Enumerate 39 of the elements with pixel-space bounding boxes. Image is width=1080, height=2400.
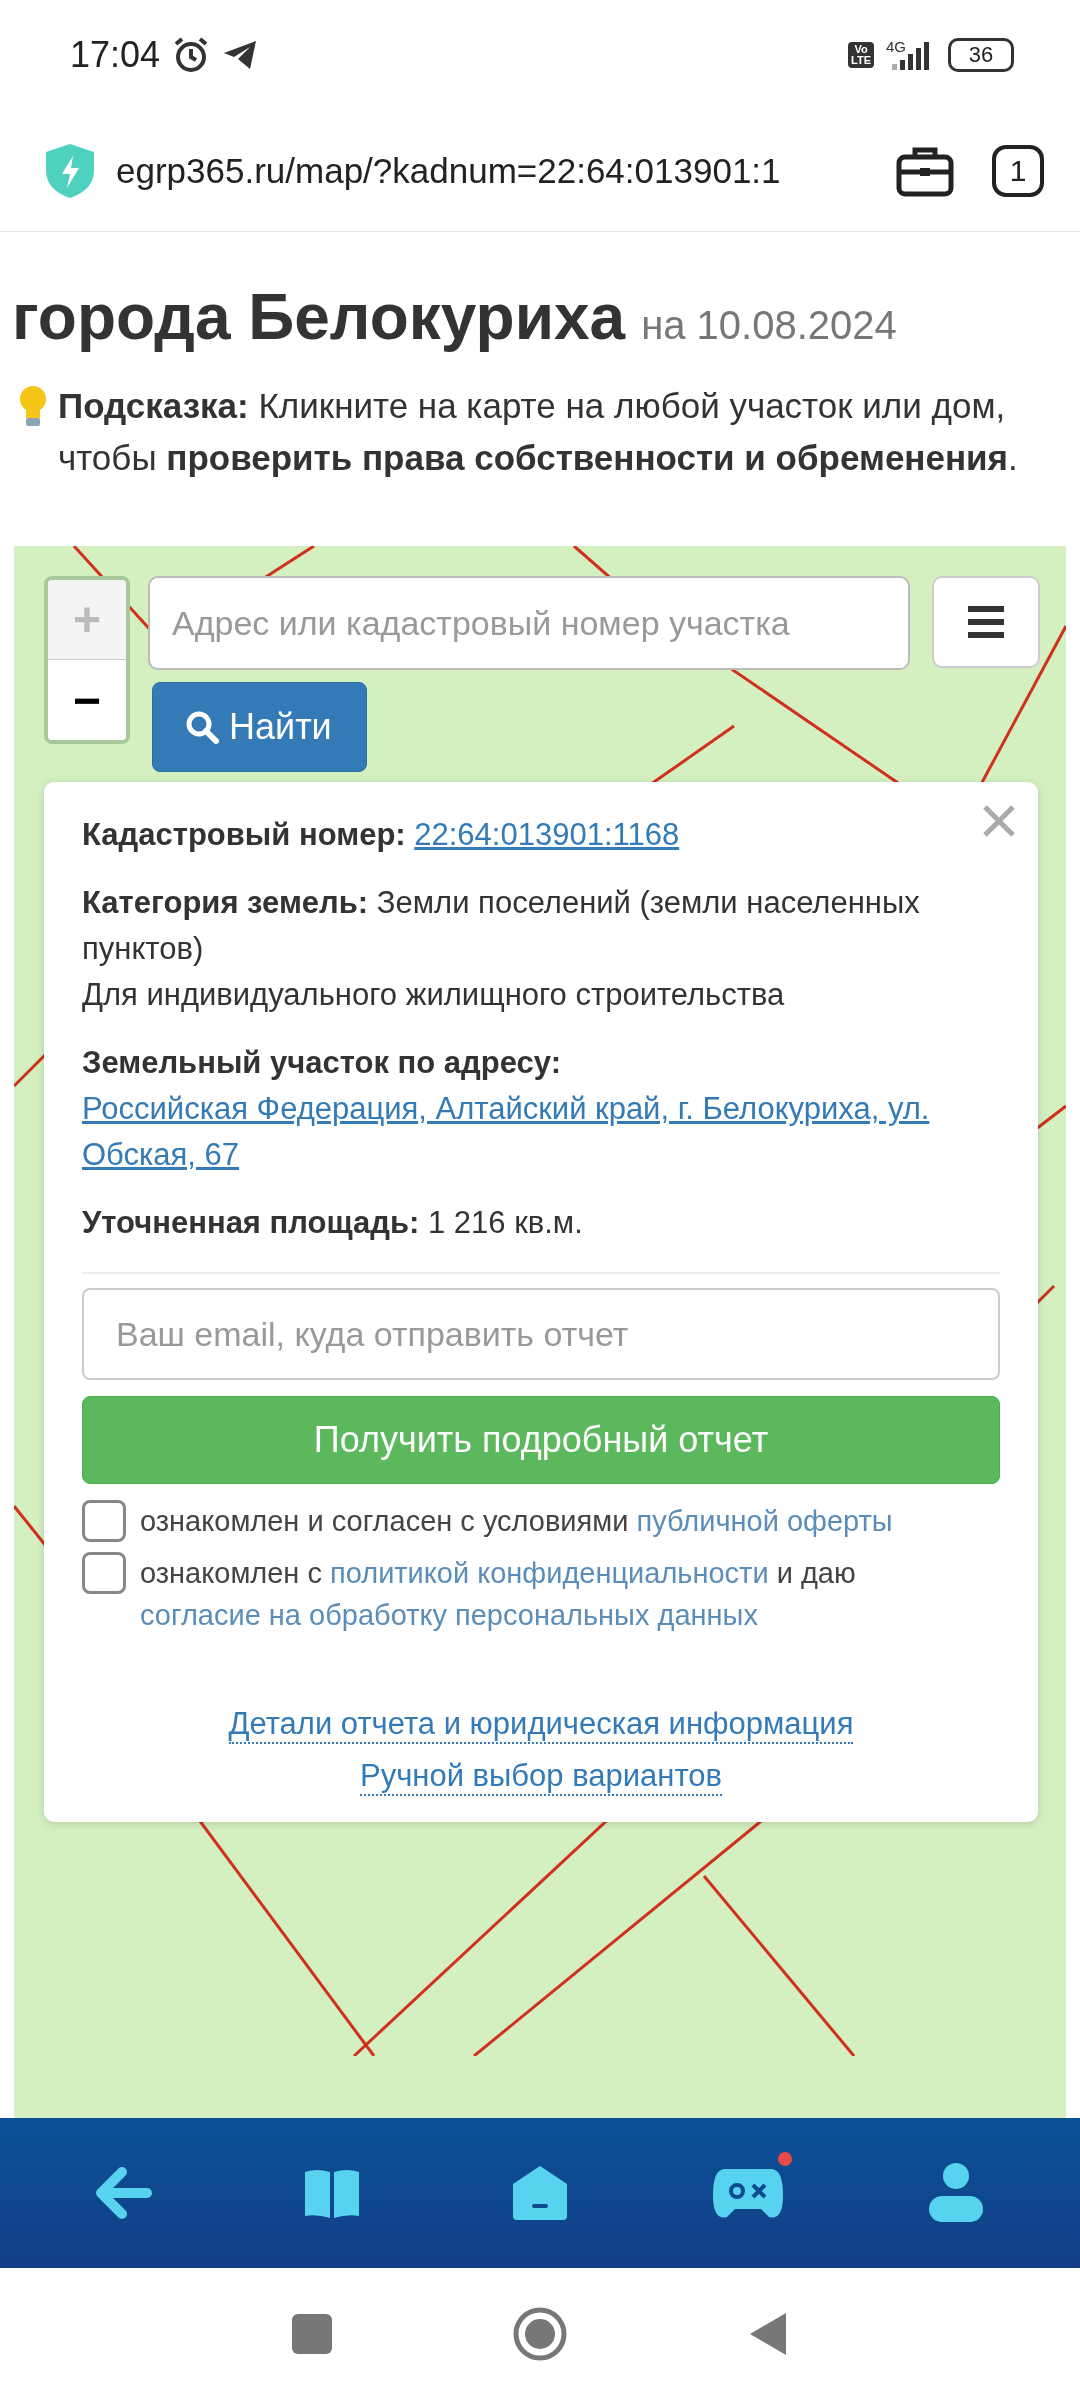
info-field: Уточненная площадь: 1 216 кв.м. bbox=[82, 1200, 1000, 1246]
tab-count-button[interactable]: 1 bbox=[992, 144, 1044, 197]
consent-text: ознакомлен и согласен с условиями публичной оферты bbox=[140, 1504, 893, 1539]
home-icon bbox=[511, 2164, 569, 2222]
email-field[interactable]: Ваш email, куда отправить отчет bbox=[82, 1288, 1000, 1380]
date-text: на 10.08.2024 bbox=[641, 303, 897, 348]
page-heading: города Белокуриха bbox=[12, 280, 626, 354]
send-icon bbox=[222, 39, 259, 71]
back-arrow-icon bbox=[95, 2166, 153, 2220]
back-icon[interactable] bbox=[748, 2311, 788, 2357]
home-button-icon[interactable] bbox=[512, 2306, 568, 2362]
clock-time: 17:04 bbox=[70, 34, 161, 76]
field-link[interactable]: Российская Федерация, Алтайский край, г. Белокуриха, ул. Обская, 67 bbox=[82, 1086, 970, 1178]
shield-icon bbox=[44, 141, 96, 200]
consent-checkbox[interactable] bbox=[82, 1552, 126, 1594]
get-report-button[interactable]: Получить подробный отчет bbox=[82, 1396, 1000, 1484]
consent-text: ознакомлен с политикой конфиденциальности и даю согласие на обработку персональных данных bbox=[140, 1556, 857, 1633]
consent-checkbox[interactable] bbox=[82, 1500, 126, 1542]
notification-dot bbox=[778, 2152, 792, 2166]
network-type: 4G bbox=[886, 38, 906, 55]
info-field: Кадастровый номер: 22:64:013901:1168 bbox=[82, 812, 1000, 858]
find-button[interactable]: Найти bbox=[152, 682, 367, 772]
search-icon bbox=[185, 710, 219, 744]
info-link[interactable]: Детали отчета и юридическая информация bbox=[228, 1706, 854, 1744]
hint-text: Подсказка: Кликните на карте на любой участок или дом, чтобы проверить права собственности и обременения. bbox=[58, 385, 1019, 479]
info-field: Категория земель: Земли поселений (земли населенных пунктов) Для индивидуального жилищного строительства bbox=[82, 880, 1000, 1018]
info-link[interactable]: Ручной выбор вариантов bbox=[359, 1758, 723, 1796]
search-field[interactable]: Адрес или кадастровый номер участка bbox=[148, 576, 910, 670]
consent-link[interactable]: политикой конфиденциальности bbox=[330, 1557, 769, 1589]
volte-badge: Vo LTE bbox=[848, 42, 874, 68]
menu-icon bbox=[968, 606, 1004, 638]
battery-level: 36 bbox=[948, 38, 1014, 72]
profile-icon bbox=[927, 2162, 985, 2224]
consent-link[interactable]: согласие на обработку персональных данных bbox=[140, 1599, 758, 1631]
consent-link[interactable]: публичной оферты bbox=[636, 1505, 893, 1537]
info-field: Земельный участок по адресу: Российская Федерация, Алтайский край, г. Белокуриха, ул. Обская, 67 bbox=[82, 1040, 1000, 1178]
menu-button[interactable] bbox=[932, 576, 1040, 668]
field-link[interactable]: 22:64:013901:1168 bbox=[414, 817, 680, 852]
url-field[interactable]: egrp365.ru/map/?kadnum=22:64:013901:1 bbox=[116, 150, 876, 191]
